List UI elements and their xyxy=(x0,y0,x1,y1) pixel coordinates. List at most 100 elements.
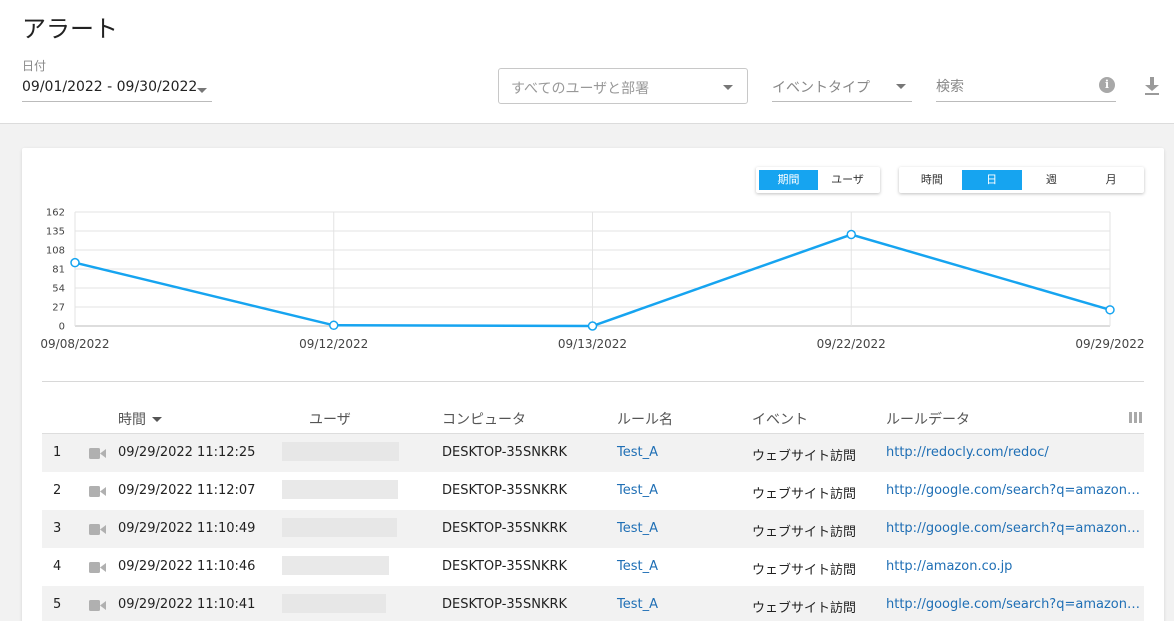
row-event: ウェブサイト訪問 xyxy=(752,449,857,464)
chevron-down-icon xyxy=(896,84,906,89)
event-type-select[interactable]: イベントタイプ xyxy=(772,72,912,102)
alerts-table: 時間 ユーザ コンピュータ ルール名 イベント ルールデータ 1 09/29/2… xyxy=(42,400,1144,621)
data-point xyxy=(329,320,339,331)
col-header-time[interactable]: 時間 xyxy=(118,409,162,429)
row-computer: DESKTOP-35SNKRK xyxy=(442,521,568,536)
date-range-select[interactable]: 09/01/2022 - 09/30/2022 xyxy=(22,76,212,102)
col-header-event[interactable]: イベント xyxy=(752,409,808,429)
table-row[interactable]: 1 09/29/2022 11:12:25 DESKTOP-35SNKRK Te… xyxy=(42,434,1144,472)
row-event: ウェブサイト訪問 xyxy=(752,525,857,540)
data-point xyxy=(70,257,80,268)
video-camera-icon[interactable] xyxy=(89,486,106,497)
info-icon[interactable]: i xyxy=(1099,77,1115,93)
video-camera-icon[interactable] xyxy=(89,524,106,535)
chart-mode-toggle: 期間 ユーザ xyxy=(756,167,880,193)
video-camera-icon[interactable] xyxy=(89,448,106,459)
toggle-day[interactable]: 日 xyxy=(961,170,1022,190)
data-point xyxy=(846,229,856,240)
video-camera-icon[interactable] xyxy=(89,600,106,611)
y-tick-label: 135 xyxy=(46,227,65,238)
y-tick-label: 27 xyxy=(52,303,65,314)
row-number: 5 xyxy=(53,597,62,612)
x-tick-label: 09/08/2022 xyxy=(40,337,109,351)
video-camera-icon[interactable] xyxy=(89,562,106,573)
row-time: 09/29/2022 11:10:49 xyxy=(118,521,256,536)
row-time: 09/29/2022 11:12:07 xyxy=(118,483,256,498)
row-rule-data-link[interactable]: http://amazon.co.jp xyxy=(886,559,1144,574)
time-unit-toggle: 時間 日 週 月 xyxy=(899,167,1144,193)
y-tick-label: 81 xyxy=(52,265,65,276)
download-icon[interactable] xyxy=(1143,76,1161,96)
row-number: 3 xyxy=(53,521,62,536)
row-computer: DESKTOP-35SNKRK xyxy=(442,445,568,460)
col-header-rule-data[interactable]: ルールデータ xyxy=(886,409,970,429)
row-number: 4 xyxy=(53,559,62,574)
row-rule-data-link[interactable]: http://google.com/search?q=amazon&o... xyxy=(886,483,1144,498)
row-rule-link[interactable]: Test_A xyxy=(617,445,658,460)
col-header-computer[interactable]: コンピュータ xyxy=(442,409,526,429)
search-field xyxy=(936,72,1116,102)
x-tick-label: 09/13/2022 xyxy=(558,337,627,351)
row-user-redacted xyxy=(282,518,397,537)
row-rule-link[interactable]: Test_A xyxy=(617,559,658,574)
row-event: ウェブサイト訪問 xyxy=(752,487,857,502)
row-time: 09/29/2022 11:10:41 xyxy=(118,597,256,612)
row-time: 09/29/2022 11:12:25 xyxy=(118,445,256,460)
table-row[interactable]: 5 09/29/2022 11:10:41 DESKTOP-35SNKRK Te… xyxy=(42,586,1144,621)
row-computer: DESKTOP-35SNKRK xyxy=(442,597,568,612)
row-rule-data-link[interactable]: http://google.com/search?q=amazon&o... xyxy=(886,597,1144,612)
row-number: 1 xyxy=(53,445,62,460)
table-header: 時間 ユーザ コンピュータ ルール名 イベント ルールデータ xyxy=(42,400,1144,434)
date-range-value: 09/01/2022 - 09/30/2022 xyxy=(22,79,198,95)
row-time: 09/29/2022 11:10:46 xyxy=(118,559,256,574)
row-rule-link[interactable]: Test_A xyxy=(617,597,658,612)
y-tick-label: 54 xyxy=(52,284,65,295)
divider xyxy=(42,381,1144,382)
toggle-week[interactable]: 週 xyxy=(1022,170,1082,190)
y-tick-label: 108 xyxy=(46,246,65,257)
y-tick-label: 162 xyxy=(46,208,65,219)
row-rule-data-link[interactable]: http://google.com/search?q=amazon&o... xyxy=(886,521,1144,536)
row-event: ウェブサイト訪問 xyxy=(752,601,857,616)
toggle-period[interactable]: 期間 xyxy=(759,170,818,190)
chevron-down-icon xyxy=(197,88,207,93)
toggle-user[interactable]: ユーザ xyxy=(818,170,877,190)
search-input[interactable] xyxy=(936,75,1096,99)
user-select-placeholder: すべてのユーザと部署 xyxy=(511,81,650,97)
x-tick-label: 09/29/2022 xyxy=(1075,337,1144,351)
column-settings-icon[interactable] xyxy=(1129,412,1142,423)
data-point xyxy=(587,321,598,331)
row-computer: DESKTOP-35SNKRK xyxy=(442,483,568,498)
row-user-redacted xyxy=(282,594,386,613)
col-header-rule[interactable]: ルール名 xyxy=(617,409,673,429)
alerts-card: 期間 ユーザ 時間 日 週 月 0 27 54 81 108 135 162 09/08/20… xyxy=(22,148,1164,621)
top-bar: アラート 日付 09/01/2022 - 09/30/2022 すべてのユーザと… xyxy=(0,0,1174,124)
row-rule-link[interactable]: Test_A xyxy=(617,483,658,498)
row-rule-data-link[interactable]: http://redocly.com/redoc/ xyxy=(886,445,1144,460)
y-tick-label: 0 xyxy=(59,322,65,333)
x-tick-label: 09/12/2022 xyxy=(299,337,368,351)
table-row[interactable]: 4 09/29/2022 11:10:46 DESKTOP-35SNKRK Te… xyxy=(42,548,1144,586)
date-label: 日付 xyxy=(22,59,47,73)
chevron-down-icon xyxy=(723,85,733,90)
toggle-month[interactable]: 月 xyxy=(1081,170,1141,190)
x-tick-label: 09/22/2022 xyxy=(817,337,886,351)
row-rule-link[interactable]: Test_A xyxy=(617,521,658,536)
col-header-time-label: 時間 xyxy=(118,412,146,428)
toggle-hour[interactable]: 時間 xyxy=(902,170,962,190)
row-user-redacted xyxy=(282,442,399,461)
alerts-line-chart: 0 27 54 81 108 135 162 09/08/2022 09/12/2022 09/1… xyxy=(40,208,1144,352)
row-user-redacted xyxy=(282,480,398,499)
page-title: アラート xyxy=(22,15,118,43)
event-select-placeholder: イベントタイプ xyxy=(772,80,870,96)
row-event: ウェブサイト訪問 xyxy=(752,563,857,578)
user-department-select[interactable]: すべてのユーザと部署 xyxy=(498,68,748,104)
row-user-redacted xyxy=(282,556,389,575)
sort-down-icon xyxy=(152,417,162,422)
table-row[interactable]: 3 09/29/2022 11:10:49 DESKTOP-35SNKRK Te… xyxy=(42,510,1144,548)
table-row[interactable]: 2 09/29/2022 11:12:07 DESKTOP-35SNKRK Te… xyxy=(42,472,1144,510)
data-point xyxy=(1105,305,1115,315)
row-computer: DESKTOP-35SNKRK xyxy=(442,559,568,574)
row-number: 2 xyxy=(53,483,62,498)
col-header-user[interactable]: ユーザ xyxy=(309,409,351,429)
